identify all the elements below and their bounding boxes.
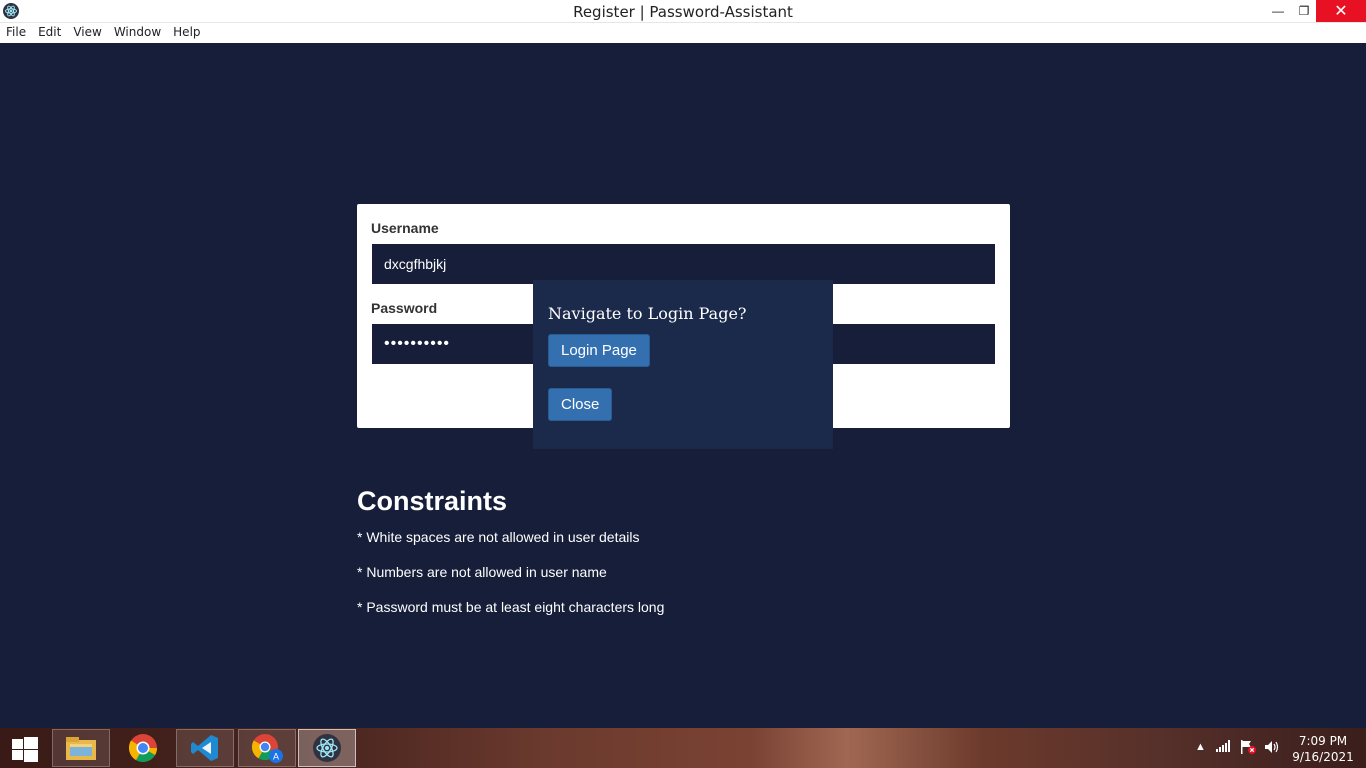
tray-overflow-icon[interactable]: ▲ <box>1195 741 1206 753</box>
chrome-profile-icon[interactable]: A <box>238 729 296 767</box>
menu-window[interactable]: Window <box>108 23 167 43</box>
windows-start-icon[interactable] <box>8 736 40 762</box>
close-button[interactable]: Close <box>548 388 612 421</box>
system-clock[interactable]: 7:09 PM 9/16/2021 <box>1288 733 1358 765</box>
constraint-item: * White spaces are not allowed in user d… <box>357 529 640 545</box>
constraint-item: * Numbers are not allowed in user name <box>357 564 607 580</box>
network-signal-icon[interactable] <box>1216 740 1230 755</box>
constraint-item: * Password must be at least eight charac… <box>357 599 665 615</box>
clock-time: 7:09 PM <box>1298 734 1348 748</box>
minimize-button[interactable]: — <box>1264 0 1292 22</box>
action-center-flag-icon[interactable] <box>1240 740 1256 757</box>
password-label: Password <box>371 300 438 316</box>
menu-bar: File Edit View Window Help <box>0 23 1366 43</box>
modal-title: Navigate to Login Page? <box>548 304 747 323</box>
maximize-button[interactable]: ❐ <box>1290 0 1318 22</box>
menu-edit[interactable]: Edit <box>32 23 67 43</box>
file-explorer-icon[interactable] <box>52 729 110 767</box>
close-window-button[interactable]: ✕ <box>1316 0 1366 22</box>
username-input[interactable] <box>372 244 995 284</box>
window-title: Register | Password-Assistant <box>573 3 793 21</box>
taskbar: A ▲ 7:09 PM 9/16/2021 <box>0 728 1366 768</box>
constraints-heading: Constraints <box>357 486 508 516</box>
menu-file[interactable]: File <box>0 23 32 43</box>
username-label: Username <box>371 220 439 236</box>
volume-icon[interactable] <box>1264 740 1280 757</box>
electron-icon[interactable] <box>298 729 356 767</box>
title-bar: Register | Password-Assistant — ❐ ✕ <box>0 0 1366 23</box>
login-page-button[interactable]: Login Page <box>548 334 650 367</box>
chrome-icon[interactable] <box>114 729 172 767</box>
menu-help[interactable]: Help <box>167 23 206 43</box>
svg-text:A: A <box>273 752 279 762</box>
navigate-modal: Navigate to Login Page? Login Page Close <box>533 280 833 449</box>
clock-date: 9/16/2021 <box>1292 750 1354 764</box>
menu-view[interactable]: View <box>67 23 107 43</box>
vscode-icon[interactable] <box>176 729 234 767</box>
